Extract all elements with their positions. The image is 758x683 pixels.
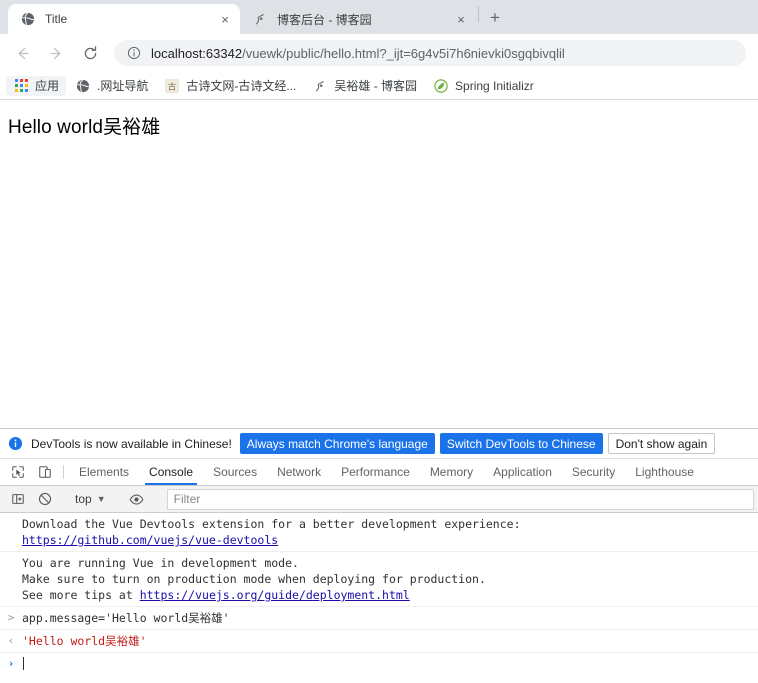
- console-message: You are running Vue in development mode.…: [0, 552, 758, 607]
- devtools-tab-security[interactable]: Security: [562, 459, 625, 485]
- bookmark-label: 古诗文网-古诗文经...: [186, 79, 297, 93]
- url-path: /vuewk/public/hello.html?_ijt=6g4v5i7h6n…: [242, 45, 565, 61]
- spring-leaf-icon: [433, 78, 449, 94]
- devtools-tab-network[interactable]: Network: [267, 459, 331, 485]
- inspect-element-icon[interactable]: [4, 459, 31, 485]
- forward-button[interactable]: [42, 39, 70, 67]
- devtools-tab-application[interactable]: Application: [483, 459, 562, 485]
- close-icon[interactable]: ×: [216, 10, 234, 28]
- message-line: Make sure to turn on production mode whe…: [22, 572, 486, 586]
- console-filter-placeholder: Filter: [173, 492, 201, 506]
- device-toolbar-icon[interactable]: [31, 459, 58, 485]
- close-icon[interactable]: ×: [452, 10, 470, 28]
- page-viewport: Hello world吴裕雄: [0, 100, 758, 428]
- apps-grid-icon: [13, 78, 29, 94]
- dont-show-again-button[interactable]: Don't show again: [607, 433, 716, 454]
- info-circle-icon: [8, 436, 23, 451]
- new-tab-button[interactable]: +: [481, 4, 509, 32]
- devtools-tab-elements[interactable]: Elements: [69, 459, 139, 485]
- url-host: localhost:63342: [151, 45, 243, 61]
- bookmark-label: Spring Initializr: [455, 78, 534, 93]
- always-match-language-button[interactable]: Always match Chrome's language: [239, 433, 435, 454]
- console-result: ‹ 'Hello world吴裕雄': [0, 630, 758, 653]
- devtools-tab-console[interactable]: Console: [139, 459, 203, 485]
- back-button[interactable]: [8, 39, 36, 67]
- console-toolbar: top ▼ Filter: [0, 486, 758, 513]
- devtools-panel: DevTools is now available in Chinese! Al…: [0, 428, 758, 683]
- page-heading: Hello world吴裕雄: [8, 117, 161, 138]
- console-filter-input[interactable]: Filter: [166, 488, 754, 510]
- svg-text:古: 古: [168, 80, 177, 92]
- tab-strip: Title × 博客后台 - 博客园 × +: [0, 0, 758, 34]
- gushiwen-icon: 古: [164, 78, 180, 94]
- clear-console-icon[interactable]: [31, 492, 58, 506]
- devtools-tab-memory[interactable]: Memory: [420, 459, 483, 485]
- devtools-tab-bar: Elements Console Sources Network Perform…: [0, 459, 758, 486]
- bookmark-spring-initializr[interactable]: Spring Initializr: [426, 76, 541, 96]
- switch-devtools-to-chinese-button[interactable]: Switch DevTools to Chinese: [439, 433, 603, 454]
- browser-window: Title × 博客后台 - 博客园 × + localhost:63342/v…: [0, 0, 758, 683]
- message-body: Download the Vue Devtools extension for …: [22, 516, 758, 548]
- devtools-tab-sources[interactable]: Sources: [203, 459, 267, 485]
- info-circle-icon[interactable]: [126, 45, 142, 61]
- browser-toolbar: localhost:63342/vuewk/public/hello.html?…: [0, 34, 758, 72]
- globe-icon: [20, 11, 36, 27]
- devtools-language-notice: DevTools is now available in Chinese! Al…: [0, 429, 758, 459]
- bookmark-cnblogs-user[interactable]: 吴裕雄 - 博客园: [305, 76, 424, 96]
- bookmark-gushiwen[interactable]: 古 古诗文网-古诗文经...: [157, 76, 303, 96]
- browser-tab-2[interactable]: 博客后台 - 博客园 ×: [240, 4, 476, 34]
- execution-context-selector[interactable]: top ▼: [69, 489, 112, 509]
- bookmark-label: 吴裕雄 - 博客园: [334, 79, 418, 93]
- address-bar-url: localhost:63342/vuewk/public/hello.html?…: [151, 46, 565, 61]
- message-line: See more tips at: [22, 588, 140, 602]
- browser-tab-1[interactable]: Title ×: [8, 4, 240, 34]
- console-prompt-input[interactable]: [22, 656, 758, 672]
- console-sidebar-icon[interactable]: [4, 492, 31, 506]
- bookmark-label: 应用: [35, 79, 60, 93]
- console-output[interactable]: Download the Vue Devtools extension for …: [0, 513, 758, 683]
- bookmarks-bar: 应用 .网址导航 古 古诗文网-古诗文经... 吴裕雄 - 博客园 Spring…: [0, 72, 758, 100]
- input-prompt-icon: >: [7, 611, 15, 624]
- text-caret: [23, 657, 24, 670]
- toolbar-divider: [63, 465, 64, 479]
- live-expression-icon[interactable]: [123, 492, 150, 507]
- message-line: You are running Vue in development mode.: [22, 556, 299, 570]
- bookmark-label: .网址导航: [97, 79, 149, 93]
- vue-devtools-link[interactable]: https://github.com/vuejs/vue-devtools: [22, 533, 278, 547]
- tab-title: Title: [45, 12, 68, 26]
- message-body: You are running Vue in development mode.…: [22, 555, 758, 603]
- console-input-echo: > app.message='Hello world吴裕雄': [0, 607, 758, 630]
- evaluated-expression: app.message='Hello world吴裕雄': [22, 611, 230, 625]
- execution-context-value: top: [75, 492, 92, 506]
- notice-text: DevTools is now available in Chinese!: [31, 436, 232, 451]
- reload-button[interactable]: [76, 39, 104, 67]
- tab-divider: [478, 6, 479, 22]
- globe-icon: [75, 78, 91, 94]
- console-message: Download the Vue Devtools extension for …: [0, 513, 758, 552]
- vue-deployment-link[interactable]: https://vuejs.org/guide/deployment.html: [140, 588, 410, 602]
- cnblogs-icon: [312, 78, 328, 94]
- console-prompt-row[interactable]: ›: [0, 653, 758, 675]
- address-bar[interactable]: localhost:63342/vuewk/public/hello.html?…: [114, 40, 746, 66]
- bookmark-apps[interactable]: 应用: [6, 75, 67, 96]
- active-prompt-icon: ›: [7, 657, 15, 670]
- devtools-tab-performance[interactable]: Performance: [331, 459, 420, 485]
- message-line: Download the Vue Devtools extension for …: [22, 517, 521, 531]
- bookmark-wangzhidaohang[interactable]: .网址导航: [68, 76, 155, 96]
- result-arrow-icon: ‹: [7, 634, 15, 647]
- tab-title: 博客后台 - 博客园: [277, 12, 372, 27]
- chevron-down-icon: ▼: [96, 494, 106, 504]
- cnblogs-icon: [252, 11, 268, 27]
- message-body: app.message='Hello world吴裕雄': [22, 610, 758, 626]
- result-value: 'Hello world吴裕雄': [22, 634, 147, 648]
- devtools-tab-lighthouse[interactable]: Lighthouse: [625, 459, 704, 485]
- message-body: 'Hello world吴裕雄': [22, 633, 758, 649]
